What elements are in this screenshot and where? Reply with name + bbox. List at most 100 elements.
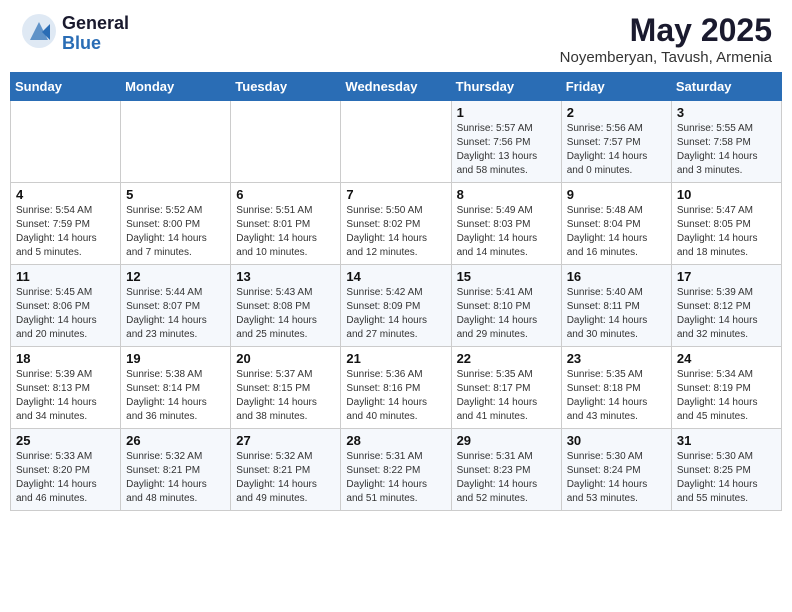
day-cell: 2 Sunrise: 5:56 AM Sunset: 7:57 PM Daylig… bbox=[561, 101, 671, 183]
day-number: 13 bbox=[236, 269, 335, 284]
day-number: 26 bbox=[126, 433, 225, 448]
day-number: 2 bbox=[567, 105, 666, 120]
day-info: Sunrise: 5:56 AM Sunset: 7:57 PM Dayligh… bbox=[567, 122, 666, 178]
day-cell: 27Sunrise: 5:32 AM Sunset: 8:21 PM Dayli… bbox=[231, 429, 341, 511]
day-number: 10 bbox=[677, 187, 776, 202]
day-cell bbox=[121, 101, 231, 183]
day-cell: 14 Sunrise: 5:42 AM Sunset: 8:09 PM Dayli… bbox=[341, 265, 451, 347]
day-number: 3 bbox=[677, 105, 776, 120]
day-number: 15 bbox=[457, 269, 556, 284]
day-number: 17 bbox=[677, 269, 776, 284]
day-cell: 26 Sunrise: 5:32 AM Sunset: 8:21 PM Dayli… bbox=[121, 429, 231, 511]
day-cell: 15Sunrise: 5:41 AM Sunset: 8:10 PM Dayli… bbox=[451, 265, 561, 347]
day-cell: 4Sunrise: 5:54 AM Sunset: 7:59 PM Daylig… bbox=[11, 183, 121, 265]
day-info: Sunrise: 5:50 AM Sunset: 8:02 PM Dayligh… bbox=[346, 204, 445, 260]
day-cell: 10 Sunrise: 5:47 AM Sunset: 8:05 PM Dayli… bbox=[671, 183, 781, 265]
day-info: Sunrise: 5:37 AM Sunset: 8:15 PM Dayligh… bbox=[236, 368, 335, 424]
title-block: May 2025 Noyemberyan, Tavush, Armenia bbox=[560, 12, 772, 66]
day-info: Sunrise: 5:33 AM Sunset: 8:20 PM Dayligh… bbox=[16, 450, 115, 506]
day-number: 31 bbox=[677, 433, 776, 448]
weekday-header-tuesday: Tuesday bbox=[231, 73, 341, 101]
day-number: 27 bbox=[236, 433, 335, 448]
day-cell: 24Sunrise: 5:34 AM Sunset: 8:19 PM Dayli… bbox=[671, 347, 781, 429]
header: General Blue May 2025 Noyemberyan, Tavus… bbox=[0, 0, 792, 72]
weekday-header-saturday: Saturday bbox=[671, 73, 781, 101]
day-cell: 12Sunrise: 5:44 AM Sunset: 8:07 PM Dayli… bbox=[121, 265, 231, 347]
day-cell: 29 Sunrise: 5:31 AM Sunset: 8:23 PM Dayli… bbox=[451, 429, 561, 511]
day-info: Sunrise: 5:42 AM Sunset: 8:09 PM Dayligh… bbox=[346, 286, 445, 342]
day-cell: 17 Sunrise: 5:39 AM Sunset: 8:12 PM Dayli… bbox=[671, 265, 781, 347]
day-number: 6 bbox=[236, 187, 335, 202]
day-number: 29 bbox=[457, 433, 556, 448]
day-info: Sunrise: 5:52 AM Sunset: 8:00 PM Dayligh… bbox=[126, 204, 225, 260]
day-cell: 31 Sunrise: 5:30 AM Sunset: 8:25 PM Dayli… bbox=[671, 429, 781, 511]
day-number: 23 bbox=[567, 351, 666, 366]
day-number: 30 bbox=[567, 433, 666, 448]
day-number: 18 bbox=[16, 351, 115, 366]
day-number: 21 bbox=[346, 351, 445, 366]
weekday-header-thursday: Thursday bbox=[451, 73, 561, 101]
weekday-header-sunday: Sunday bbox=[11, 73, 121, 101]
day-info: Sunrise: 5:40 AM Sunset: 8:11 PM Dayligh… bbox=[567, 286, 666, 342]
logo-blue-label: Blue bbox=[62, 34, 129, 54]
calendar-wrapper: SundayMondayTuesdayWednesdayThursdayFrid… bbox=[0, 72, 792, 521]
day-info: Sunrise: 5:43 AM Sunset: 8:08 PM Dayligh… bbox=[236, 286, 335, 342]
day-cell: 23 Sunrise: 5:35 AM Sunset: 8:18 PM Dayli… bbox=[561, 347, 671, 429]
day-cell: 22Sunrise: 5:35 AM Sunset: 8:17 PM Dayli… bbox=[451, 347, 561, 429]
day-info: Sunrise: 5:51 AM Sunset: 8:01 PM Dayligh… bbox=[236, 204, 335, 260]
logo-text: General Blue bbox=[62, 14, 129, 54]
day-info: Sunrise: 5:45 AM Sunset: 8:06 PM Dayligh… bbox=[16, 286, 115, 342]
day-number: 5 bbox=[126, 187, 225, 202]
day-cell: 19Sunrise: 5:38 AM Sunset: 8:14 PM Dayli… bbox=[121, 347, 231, 429]
day-number: 20 bbox=[236, 351, 335, 366]
day-number: 16 bbox=[567, 269, 666, 284]
day-number: 1 bbox=[457, 105, 556, 120]
day-info: Sunrise: 5:31 AM Sunset: 8:22 PM Dayligh… bbox=[346, 450, 445, 506]
day-cell: 20 Sunrise: 5:37 AM Sunset: 8:15 PM Dayli… bbox=[231, 347, 341, 429]
week-row-4: 18 Sunrise: 5:39 AM Sunset: 8:13 PM Dayli… bbox=[11, 347, 782, 429]
day-info: Sunrise: 5:55 AM Sunset: 7:58 PM Dayligh… bbox=[677, 122, 776, 178]
day-info: Sunrise: 5:39 AM Sunset: 8:13 PM Dayligh… bbox=[16, 368, 115, 424]
day-number: 25 bbox=[16, 433, 115, 448]
day-cell: 21 Sunrise: 5:36 AM Sunset: 8:16 PM Dayli… bbox=[341, 347, 451, 429]
day-cell: 11 Sunrise: 5:45 AM Sunset: 8:06 PM Dayli… bbox=[11, 265, 121, 347]
day-info: Sunrise: 5:38 AM Sunset: 8:14 PM Dayligh… bbox=[126, 368, 225, 424]
weekday-header-friday: Friday bbox=[561, 73, 671, 101]
logo: General Blue bbox=[20, 12, 129, 55]
day-info: Sunrise: 5:31 AM Sunset: 8:23 PM Dayligh… bbox=[457, 450, 556, 506]
weekday-header-monday: Monday bbox=[121, 73, 231, 101]
week-row-3: 11 Sunrise: 5:45 AM Sunset: 8:06 PM Dayli… bbox=[11, 265, 782, 347]
day-cell bbox=[11, 101, 121, 183]
day-info: Sunrise: 5:47 AM Sunset: 8:05 PM Dayligh… bbox=[677, 204, 776, 260]
week-row-1: 1Sunrise: 5:57 AM Sunset: 7:56 PM Daylig… bbox=[11, 101, 782, 183]
day-info: Sunrise: 5:48 AM Sunset: 8:04 PM Dayligh… bbox=[567, 204, 666, 260]
day-cell: 1Sunrise: 5:57 AM Sunset: 7:56 PM Daylig… bbox=[451, 101, 561, 183]
day-number: 14 bbox=[346, 269, 445, 284]
day-info: Sunrise: 5:54 AM Sunset: 7:59 PM Dayligh… bbox=[16, 204, 115, 260]
day-number: 7 bbox=[346, 187, 445, 202]
day-cell: 6 Sunrise: 5:51 AM Sunset: 8:01 PM Daylig… bbox=[231, 183, 341, 265]
calendar-header: SundayMondayTuesdayWednesdayThursdayFrid… bbox=[11, 73, 782, 101]
day-cell: 3 Sunrise: 5:55 AM Sunset: 7:58 PM Daylig… bbox=[671, 101, 781, 183]
day-info: Sunrise: 5:39 AM Sunset: 8:12 PM Dayligh… bbox=[677, 286, 776, 342]
subtitle: Noyemberyan, Tavush, Armenia bbox=[560, 49, 772, 66]
day-cell: 13 Sunrise: 5:43 AM Sunset: 8:08 PM Dayli… bbox=[231, 265, 341, 347]
day-cell: 18 Sunrise: 5:39 AM Sunset: 8:13 PM Dayli… bbox=[11, 347, 121, 429]
day-number: 12 bbox=[126, 269, 225, 284]
day-number: 24 bbox=[677, 351, 776, 366]
day-info: Sunrise: 5:32 AM Sunset: 8:21 PM Dayligh… bbox=[126, 450, 225, 506]
day-number: 11 bbox=[16, 269, 115, 284]
logo-general-label: General bbox=[62, 14, 129, 34]
day-cell: 30Sunrise: 5:30 AM Sunset: 8:24 PM Dayli… bbox=[561, 429, 671, 511]
logo-icon bbox=[20, 12, 58, 50]
day-cell: 8Sunrise: 5:49 AM Sunset: 8:03 PM Daylig… bbox=[451, 183, 561, 265]
calendar-table: SundayMondayTuesdayWednesdayThursdayFrid… bbox=[10, 72, 782, 511]
day-info: Sunrise: 5:35 AM Sunset: 8:18 PM Dayligh… bbox=[567, 368, 666, 424]
weekday-header-wednesday: Wednesday bbox=[341, 73, 451, 101]
day-number: 28 bbox=[346, 433, 445, 448]
day-cell bbox=[231, 101, 341, 183]
day-info: Sunrise: 5:30 AM Sunset: 8:25 PM Dayligh… bbox=[677, 450, 776, 506]
day-cell: 5 Sunrise: 5:52 AM Sunset: 8:00 PM Daylig… bbox=[121, 183, 231, 265]
day-info: Sunrise: 5:36 AM Sunset: 8:16 PM Dayligh… bbox=[346, 368, 445, 424]
day-cell: 28 Sunrise: 5:31 AM Sunset: 8:22 PM Dayli… bbox=[341, 429, 451, 511]
